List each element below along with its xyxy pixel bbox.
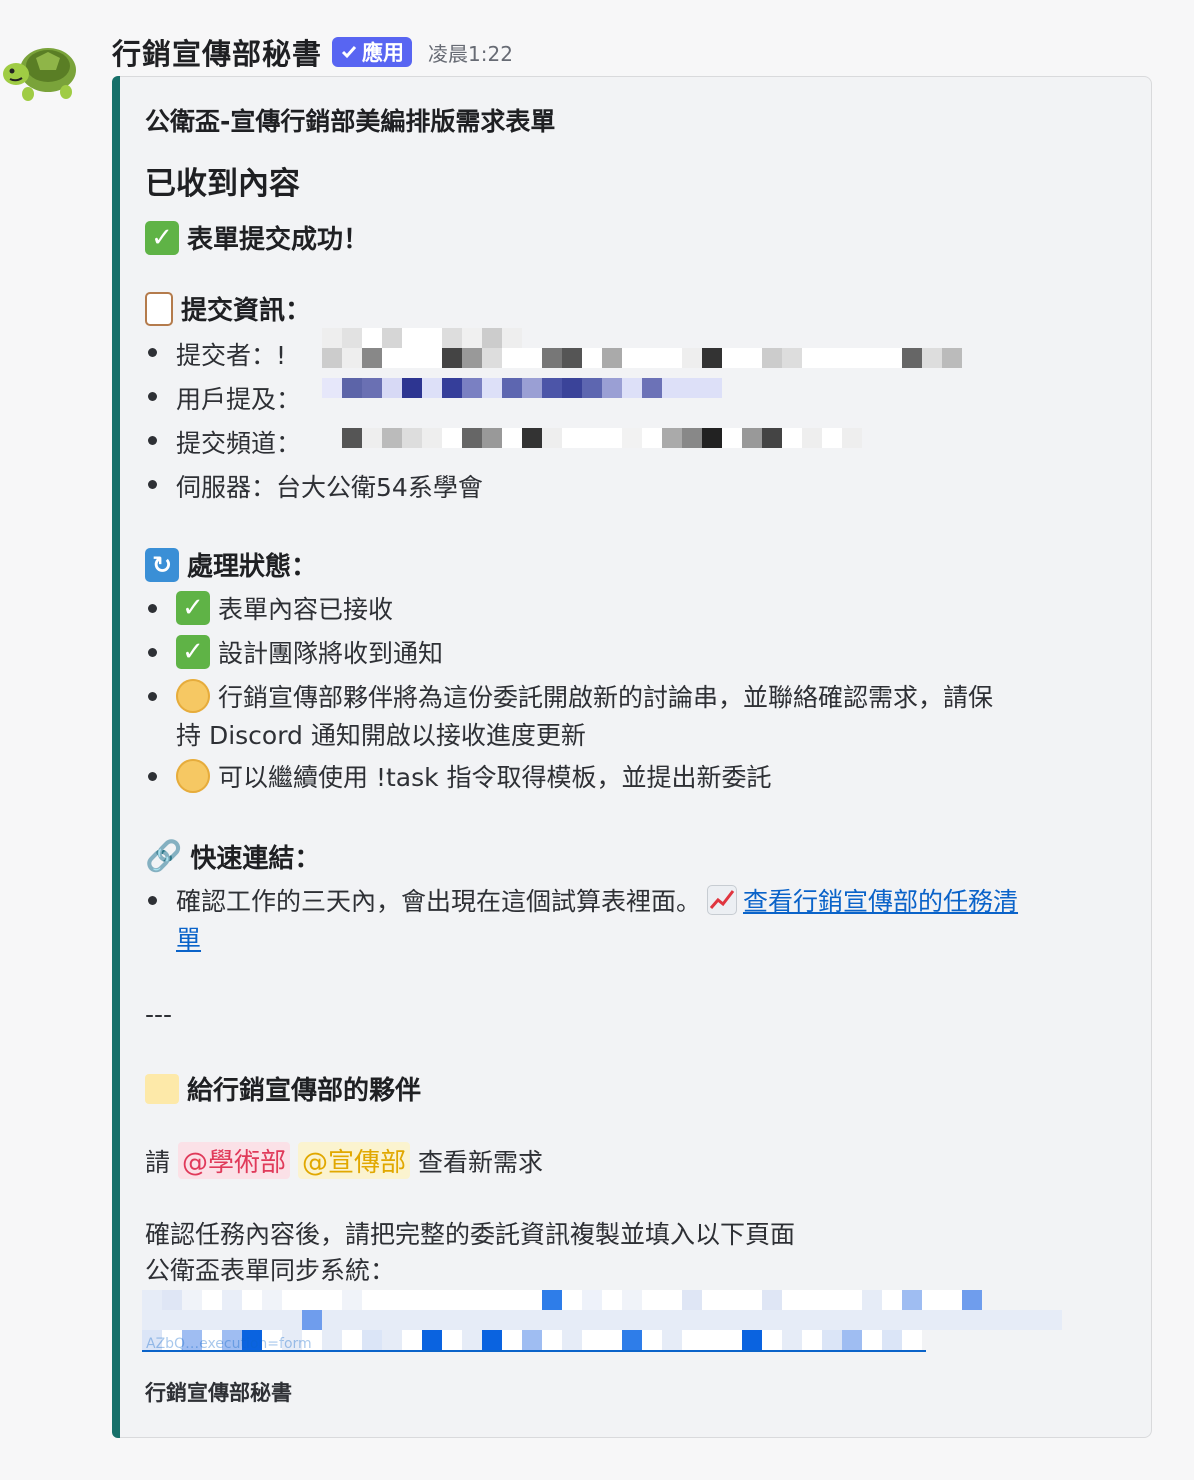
- server-line: 伺服器：台大公衛54系學會: [176, 468, 483, 504]
- bullet: [148, 604, 157, 613]
- app-badge: 應用: [332, 37, 413, 67]
- author-name[interactable]: 行銷宣傳部秘書: [112, 31, 322, 73]
- status-item-text: 設計團隊將收到通知: [218, 639, 444, 668]
- status-item: ✓ 設計團隊將收到通知: [176, 634, 443, 670]
- bullet: [148, 348, 157, 357]
- timestamp: 凌晨1:22: [428, 41, 513, 66]
- mention-label: 用戶提及：: [176, 385, 302, 414]
- embed-title: 公衛盃-宣傳行銷部美編排版需求表單: [145, 107, 556, 136]
- channel-line: 提交頻道：: [176, 424, 301, 460]
- bullet: [148, 648, 157, 657]
- instruction-line-2: 公衛盃表單同步系統：: [145, 1256, 396, 1285]
- quick-link-item: 確認工作的三天內，會出現在這個試算表裡面。 查看行銷宣傳部的任務清: [176, 882, 1018, 918]
- avatar[interactable]: [0, 34, 82, 106]
- status-item: ✓ 表單內容已接收: [176, 590, 393, 626]
- task-list-link[interactable]: 查看行銷宣傳部的任務清: [743, 882, 1018, 918]
- embed-heading: 已收到內容: [145, 166, 300, 202]
- quick-links-title: 🔗 快速連結：: [145, 838, 320, 875]
- status-item-text: 可以繼續使用 !task 指令取得模板，並提出新委託: [218, 763, 772, 792]
- embed-footer: 行銷宣傳部秘書: [145, 1381, 292, 1405]
- status-item-text-cont: 持 Discord 通知開啟以接收進度更新: [176, 721, 586, 750]
- mention-promo-role[interactable]: @宣傳部: [298, 1142, 411, 1179]
- redacted-user-mention[interactable]: [322, 378, 722, 398]
- submitter-value: !: [276, 341, 287, 370]
- redacted-url-2[interactable]: [142, 1310, 1062, 1330]
- request-suffix: 查看新需求: [418, 1147, 544, 1177]
- message-header: 行銷宣傳部秘書 應用 凌晨1:22: [112, 30, 513, 74]
- sync-icon: ↻: [145, 547, 179, 582]
- submit-info-title: 提交資訊：: [145, 290, 311, 327]
- bullet: [148, 392, 157, 401]
- submit-info-label: 提交資訊：: [181, 296, 312, 326]
- instruction-line: 確認任務內容後，請把完整的委託資訊複製並填入以下頁面: [145, 1220, 796, 1249]
- status-item-text: 表單內容已接收: [218, 595, 394, 624]
- bullet: [148, 480, 157, 489]
- status-title: ↻ 處理狀態：: [145, 546, 317, 583]
- bullet: [148, 772, 157, 781]
- task-list-link-cont[interactable]: 單: [176, 920, 201, 956]
- card-index-dividers-icon: [145, 1073, 179, 1104]
- app-badge-label: 應用: [362, 41, 405, 65]
- status-label: 處理狀態：: [187, 552, 318, 582]
- bullet: [148, 436, 157, 445]
- status-item: 行銷宣傳部夥伴將為這份委託開啟新的討論串，並聯絡確認需求，請保: [176, 678, 993, 714]
- chart-increasing-icon: [707, 885, 738, 915]
- submitter-line: 提交者：!: [176, 336, 286, 372]
- check-icon: ✓: [145, 220, 179, 255]
- link-icon: 🔗: [145, 839, 183, 874]
- request-line: 請 @學術部 @宣傳部 查看新需求: [145, 1142, 543, 1179]
- partners-label: 給行銷宣傳部的夥伴: [187, 1076, 422, 1106]
- redacted-submitter: [322, 328, 522, 348]
- bullet: [148, 896, 157, 905]
- url-tail-text: AZbQ…execution=form: [146, 1336, 312, 1352]
- mention-academic-role[interactable]: @學術部: [178, 1142, 291, 1179]
- cookie-icon: [176, 679, 210, 713]
- clipboard-icon: [145, 291, 173, 326]
- success-line: ✓ 表單提交成功！: [145, 219, 369, 256]
- server-label: 伺服器：: [176, 473, 277, 502]
- cookie-icon: [176, 759, 210, 793]
- verified-check-icon: [341, 46, 357, 59]
- submitter-label: 提交者：: [176, 341, 277, 370]
- redacted-url[interactable]: [142, 1290, 982, 1310]
- server-value: 台大公衛54系學會: [276, 473, 483, 502]
- check-icon: ✓: [176, 635, 210, 669]
- divider: ---: [145, 1000, 173, 1029]
- request-prefix: 請: [145, 1147, 171, 1177]
- turtle-icon: [3, 48, 76, 101]
- quick-links-label: 快速連結：: [190, 844, 321, 874]
- channel-label: 提交頻道：: [176, 429, 302, 458]
- mention-line: 用戶提及：: [176, 380, 301, 416]
- status-item-text: 行銷宣傳部夥伴將為這份委託開啟新的討論串，並聯絡確認需求，請保: [218, 683, 994, 712]
- check-icon: ✓: [176, 591, 210, 625]
- success-text: 表單提交成功！: [187, 225, 370, 255]
- embed-accent-bar: [112, 76, 120, 1438]
- bullet: [148, 692, 157, 701]
- partners-title: 給行銷宣傳部的夥伴: [145, 1070, 421, 1107]
- redacted-submitter-2: [322, 348, 962, 368]
- status-item: 可以繼續使用 !task 指令取得模板，並提出新委託: [176, 758, 772, 794]
- quick-link-text: 確認工作的三天內，會出現在這個試算表裡面。: [176, 887, 702, 916]
- redacted-channel[interactable]: [342, 428, 862, 448]
